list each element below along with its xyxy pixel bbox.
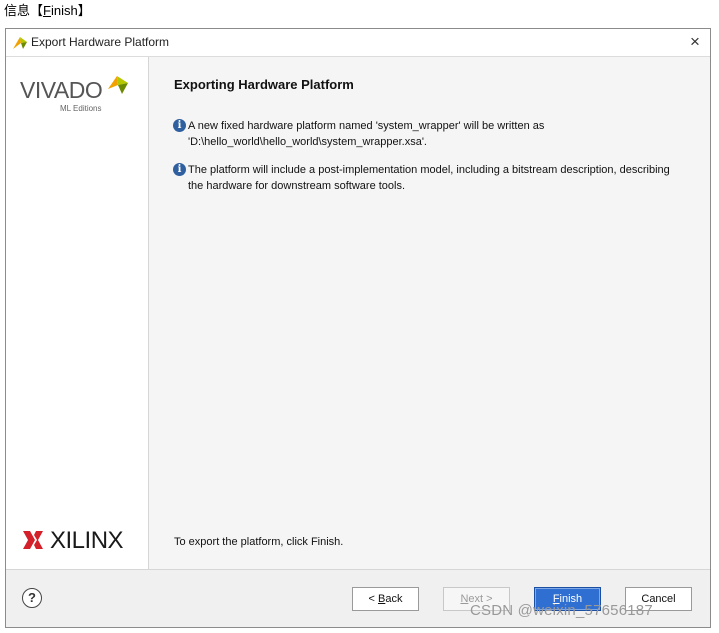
back-button[interactable]: < Back — [352, 587, 419, 611]
caption-rest: inish】 — [50, 3, 91, 18]
xilinx-logo: XILINX — [22, 527, 134, 557]
caption-prefix: 信息【 — [4, 3, 44, 18]
back-rest: ack — [385, 593, 403, 605]
caption-underlined: F — [43, 3, 51, 18]
info-message-output: i A new fixed hardware platform named 's… — [173, 118, 693, 150]
finish-instruction: To export the platform, click Finish. — [174, 536, 344, 548]
vivado-leaf-icon — [13, 37, 27, 49]
branding-panel: VIVADO ML Editions XILINX — [6, 57, 149, 569]
info-output-line2: 'D:\hello_world\hello_world\system_wrapp… — [188, 136, 427, 148]
info-message-model: i The platform will include a post-imple… — [173, 162, 693, 194]
watermark: CSDN @weixin_57656187 — [470, 602, 653, 619]
help-icon[interactable]: ? — [22, 588, 42, 608]
vivado-edition-text: ML Editions — [60, 104, 102, 113]
vivado-logo-text: VIVADO — [20, 77, 103, 103]
title-bar[interactable]: Export Hardware Platform × — [6, 29, 710, 57]
vivado-leaf-icon — [108, 76, 128, 94]
info-model-line1: The platform will include a post-impleme… — [188, 164, 670, 176]
vivado-logo: VIVADO ML Editions — [20, 76, 140, 122]
close-icon[interactable]: × — [680, 29, 710, 56]
export-hardware-dialog: Export Hardware Platform × VIVADO ML Edi… — [5, 28, 711, 628]
wizard-content: Exporting Hardware Platform i A new fixe… — [149, 57, 710, 569]
info-model-line2: the hardware for downstream software too… — [188, 180, 406, 192]
page-heading: Exporting Hardware Platform — [174, 77, 354, 92]
info-output-line1: A new fixed hardware platform named 'sys… — [188, 120, 545, 132]
dialog-title: Export Hardware Platform — [31, 35, 170, 49]
page-caption: 信息【Finish】 — [4, 2, 91, 20]
info-icon: i — [173, 163, 186, 176]
info-icon: i — [173, 119, 186, 132]
xilinx-logo-text: XILINX — [50, 527, 124, 554]
back-prefix: < — [368, 593, 378, 605]
xilinx-icon — [23, 531, 43, 549]
